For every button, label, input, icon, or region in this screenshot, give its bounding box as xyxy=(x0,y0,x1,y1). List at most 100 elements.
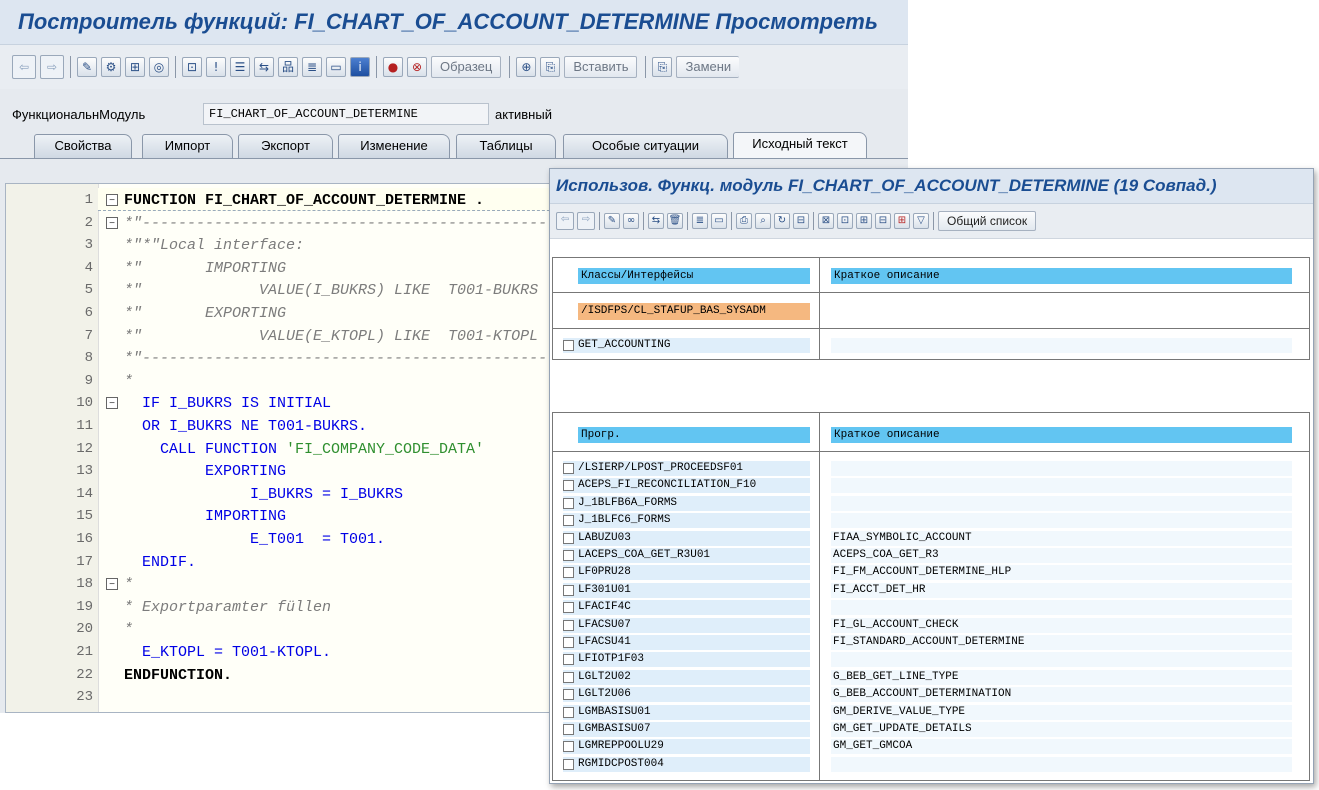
display-change-icon[interactable]: ✎ xyxy=(604,213,620,229)
function-module-field[interactable]: FI_CHART_OF_ACCOUNT_DETERMINE xyxy=(203,103,489,125)
class-name[interactable]: /ISDFPS/CL_STAFUP_BAS_SYSADM xyxy=(578,303,810,320)
list-item[interactable]: LGLT2U06 xyxy=(563,687,810,703)
forward-arrow-icon[interactable]: ⇨ xyxy=(577,212,595,230)
list-item[interactable]: J_1BLFB6A_FORMS xyxy=(563,495,810,511)
expand-icon[interactable]: ⊞ xyxy=(856,213,872,229)
row-checkbox[interactable] xyxy=(563,724,574,735)
tab-exceptions[interactable]: Особые ситуации xyxy=(563,134,728,158)
fold-toggle-icon[interactable]: − xyxy=(106,216,118,229)
where-used-icon[interactable]: ǃ xyxy=(206,57,226,77)
list-item[interactable]: LGLT2U02 xyxy=(563,669,810,685)
general-list-button[interactable]: Общий список xyxy=(938,211,1037,231)
active-inactive-icon[interactable]: ⚙ xyxy=(101,57,121,77)
list-item[interactable]: LACEPS_COA_GET_R3U01 xyxy=(563,548,810,563)
refresh-icon[interactable]: ↻ xyxy=(774,213,790,229)
tab-changing[interactable]: Изменение xyxy=(338,134,450,158)
navigation-icon[interactable]: ⇆ xyxy=(254,57,274,77)
check-icon[interactable]: ⊞ xyxy=(125,57,145,77)
row-checkbox[interactable] xyxy=(563,671,574,683)
forward-arrow-icon[interactable]: ⇨ xyxy=(40,55,64,79)
object-list-icon[interactable]: ☰ xyxy=(230,57,250,77)
navigation-icon[interactable]: ⇆ xyxy=(648,213,664,229)
row-checkbox[interactable] xyxy=(563,497,574,509)
collapse-icon[interactable]: ⊟ xyxy=(875,213,891,229)
display-object-list-icon[interactable]: ≣ xyxy=(302,57,322,77)
back-arrow-icon[interactable]: ⇦ xyxy=(12,55,36,79)
tab-tables[interactable]: Таблицы xyxy=(456,134,556,158)
row-checkbox[interactable] xyxy=(563,463,574,474)
row-checkbox[interactable] xyxy=(563,532,574,544)
toolbar-separator xyxy=(643,212,644,230)
program-name: LGMREPPOOLU29 xyxy=(578,740,664,753)
fold-toggle-icon[interactable]: − xyxy=(106,397,118,410)
tab-attributes[interactable]: Свойства xyxy=(34,134,132,158)
list-item[interactable]: /LSIERP/LPOST_PROCEEDSF01 xyxy=(563,461,810,476)
row-checkbox[interactable] xyxy=(563,340,574,351)
activate-icon[interactable]: ◎ xyxy=(149,57,169,77)
glasses-icon[interactable]: ∞ xyxy=(623,213,639,229)
row-checkbox[interactable] xyxy=(563,619,574,631)
back-arrow-icon[interactable]: ⇦ xyxy=(556,212,574,230)
list-item[interactable]: LFACSU07 xyxy=(563,617,810,633)
delete-breakpoint-icon[interactable]: ⊗ xyxy=(407,57,427,77)
hierarchy-icon[interactable]: 品 xyxy=(278,57,298,77)
list-item[interactable]: RGMIDCPOST004 xyxy=(563,756,810,772)
toolbar-separator xyxy=(933,212,934,230)
delete-icon[interactable]: 🗑 xyxy=(667,213,683,229)
line-number: 1 xyxy=(84,192,93,208)
program-description xyxy=(831,478,1292,494)
row-checkbox[interactable] xyxy=(563,584,574,596)
display-change-icon[interactable]: ✎ xyxy=(77,57,97,77)
row-checkbox[interactable] xyxy=(563,706,574,718)
filter-icon[interactable]: ▽ xyxy=(913,213,929,229)
save-icon[interactable]: ⊟ xyxy=(793,213,809,229)
list-item[interactable]: LF0PRU28 xyxy=(563,565,810,581)
row-checkbox[interactable] xyxy=(563,515,574,527)
find-icon[interactable]: ⌕ xyxy=(755,213,771,229)
export-icon[interactable]: ⊞ xyxy=(894,213,910,229)
insert-icon[interactable]: ⎘ xyxy=(540,57,561,77)
list-item[interactable]: LFACSU41 xyxy=(563,635,810,650)
deselect-all-icon[interactable]: ⊡ xyxy=(837,213,853,229)
row-checkbox[interactable] xyxy=(563,758,574,770)
test-icon[interactable]: ⊡ xyxy=(182,57,202,77)
row-checkbox[interactable] xyxy=(563,480,574,492)
insert-button[interactable]: Вставить xyxy=(564,56,638,78)
row-checkbox[interactable] xyxy=(563,602,574,614)
print-icon[interactable]: ⎙ xyxy=(736,213,752,229)
row-checkbox[interactable] xyxy=(563,637,574,648)
row-checkbox[interactable] xyxy=(563,567,574,579)
list-item[interactable]: LABUZU03 xyxy=(563,530,810,546)
replace-icon[interactable]: ⎘ xyxy=(652,57,673,77)
info-icon[interactable]: i xyxy=(350,57,370,77)
list-item[interactable]: LGMBASISU01 xyxy=(563,704,810,720)
list-item[interactable]: LFACIF4C xyxy=(563,600,810,616)
row-checkbox[interactable] xyxy=(563,654,574,666)
tab-source-code[interactable]: Исходный текст xyxy=(733,132,867,158)
list-item[interactable]: LFIOTP1F03 xyxy=(563,652,810,668)
pretty-printer-icon[interactable]: ⊕ xyxy=(516,57,537,77)
fold-toggle-icon[interactable]: − xyxy=(106,578,118,591)
list-item[interactable]: ACEPS_FI_RECONCILIATION_F10 xyxy=(563,478,810,494)
window-icon[interactable]: ▭ xyxy=(326,57,346,77)
replace-button[interactable]: Замени xyxy=(676,56,740,78)
list-item[interactable]: J_1BLFC6_FORMS xyxy=(563,513,810,529)
list-item[interactable]: LGMREPPOOLU29 xyxy=(563,739,810,755)
program-description: FI_GL_ACCOUNT_CHECK xyxy=(831,617,1292,633)
tab-import[interactable]: Импорт xyxy=(142,134,233,158)
object-list-icon[interactable]: ≣ xyxy=(692,213,708,229)
window-icon[interactable]: ▭ xyxy=(711,213,727,229)
fold-toggle-icon[interactable]: − xyxy=(106,194,118,206)
list-item[interactable]: LGMBASISU07 xyxy=(563,722,810,737)
toolbar-separator xyxy=(509,56,511,78)
row-checkbox[interactable] xyxy=(563,550,574,561)
list-item[interactable]: GET_ACCOUNTING xyxy=(563,338,810,353)
line-number: 16 xyxy=(76,531,93,547)
row-checkbox[interactable] xyxy=(563,689,574,701)
row-checkbox[interactable] xyxy=(563,741,574,753)
set-breakpoint-icon[interactable]: ● xyxy=(383,57,403,77)
select-all-icon[interactable]: ⊠ xyxy=(818,213,834,229)
list-item[interactable]: LF301U01 xyxy=(563,582,810,598)
pattern-button[interactable]: Образец xyxy=(431,56,502,78)
tab-export[interactable]: Экспорт xyxy=(238,134,333,158)
